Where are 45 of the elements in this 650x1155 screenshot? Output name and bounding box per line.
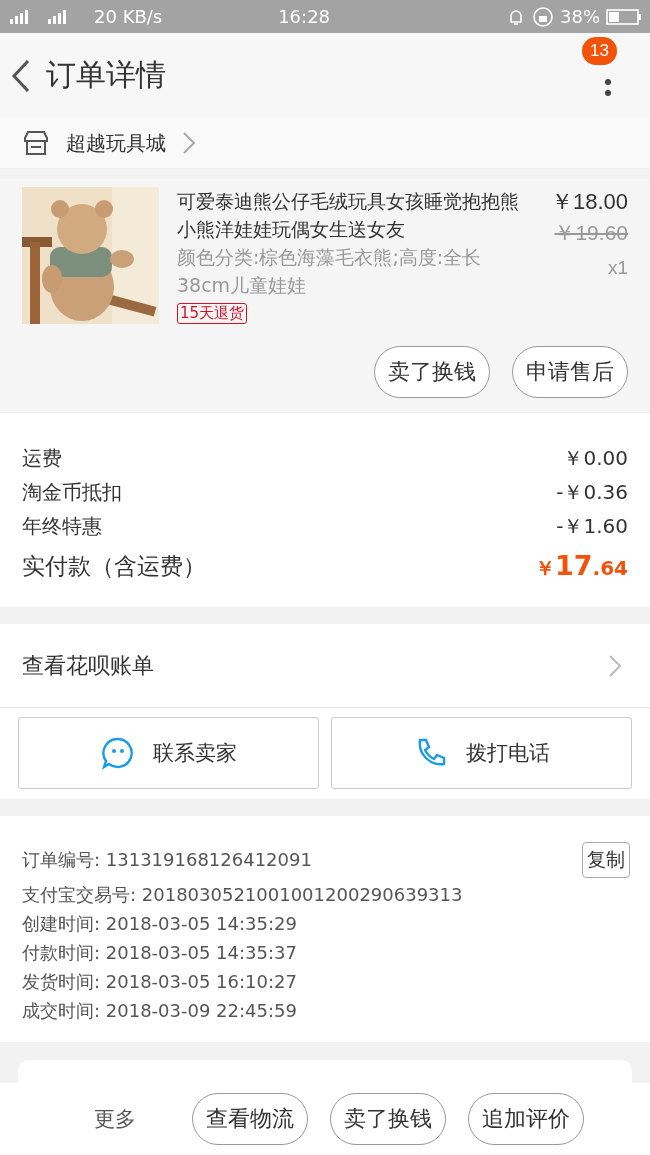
cost-value: -￥1.60	[556, 513, 628, 540]
battery-level: 38%	[560, 6, 600, 27]
battery-icon	[606, 7, 642, 26]
back-icon[interactable]	[10, 57, 32, 94]
cost-label: 年终特惠	[22, 513, 102, 540]
chevron-icon	[182, 131, 196, 155]
info-text: 付款时间: 2018-03-05 14:35:37	[22, 941, 297, 965]
original-price: ￥19.60	[554, 220, 628, 246]
info-text: 发货时间: 2018-03-05 16:10:27	[22, 970, 297, 994]
contact-button[interactable]: 拨打电话	[331, 717, 632, 789]
lock-icon	[532, 5, 554, 28]
action-button[interactable]: 卖了换钱	[330, 1093, 446, 1145]
notification-badge: 13	[582, 36, 617, 65]
total-amount: ￥17.64	[535, 549, 628, 583]
cost-value: -￥0.36	[556, 479, 628, 506]
product-title[interactable]: 可爱泰迪熊公仔毛绒玩具女孩睡觉抱抱熊小熊洋娃娃玩偶女生送女友	[177, 187, 530, 243]
chevron-icon	[608, 653, 622, 678]
info-text: 创建时间: 2018-03-05 14:35:29	[22, 912, 297, 936]
contact-button[interactable]: 联系卖家	[18, 717, 319, 789]
action-button[interactable]: 追加评价	[468, 1093, 584, 1145]
shop-name: 超越玩具城	[66, 129, 166, 157]
info-text: 订单编号: 131319168126412091	[22, 848, 312, 872]
action-button[interactable]: 申请售后	[512, 346, 628, 398]
chat-icon	[100, 736, 135, 770]
huabei-row[interactable]: 查看花呗账单	[0, 624, 650, 708]
more-button[interactable]: 更多	[60, 1104, 170, 1134]
huabei-label: 查看花呗账单	[22, 651, 154, 680]
product-spec: 颜色分类:棕色海藻毛衣熊;高度:全长38cm儿童娃娃	[177, 245, 483, 298]
action-button[interactable]: 查看物流	[192, 1093, 308, 1145]
action-button[interactable]: 卖了换钱	[374, 346, 490, 398]
page-title: 订单详情	[46, 56, 167, 94]
return-tag: 15天退货	[177, 303, 248, 324]
cost-label: 运费	[22, 445, 62, 472]
quantity: x1	[607, 257, 628, 279]
cost-label: 淘金币抵扣	[22, 479, 122, 506]
total-label: 实付款（含运费）	[22, 552, 206, 581]
shop-row[interactable]: 超越玩具城	[0, 118, 650, 169]
price: ￥18.00	[550, 188, 628, 216]
cost-value: ￥0.00	[563, 445, 628, 472]
network-speed: 20 KB/s	[94, 6, 163, 27]
store-icon	[22, 130, 50, 156]
clock: 16:28	[277, 6, 332, 27]
info-text: 支付宝交易号: 2018030521001001200290639313	[22, 883, 463, 907]
info-text: 成交时间: 2018-03-09 22:45:59	[22, 999, 297, 1023]
copy-button[interactable]: 复制	[582, 842, 630, 878]
